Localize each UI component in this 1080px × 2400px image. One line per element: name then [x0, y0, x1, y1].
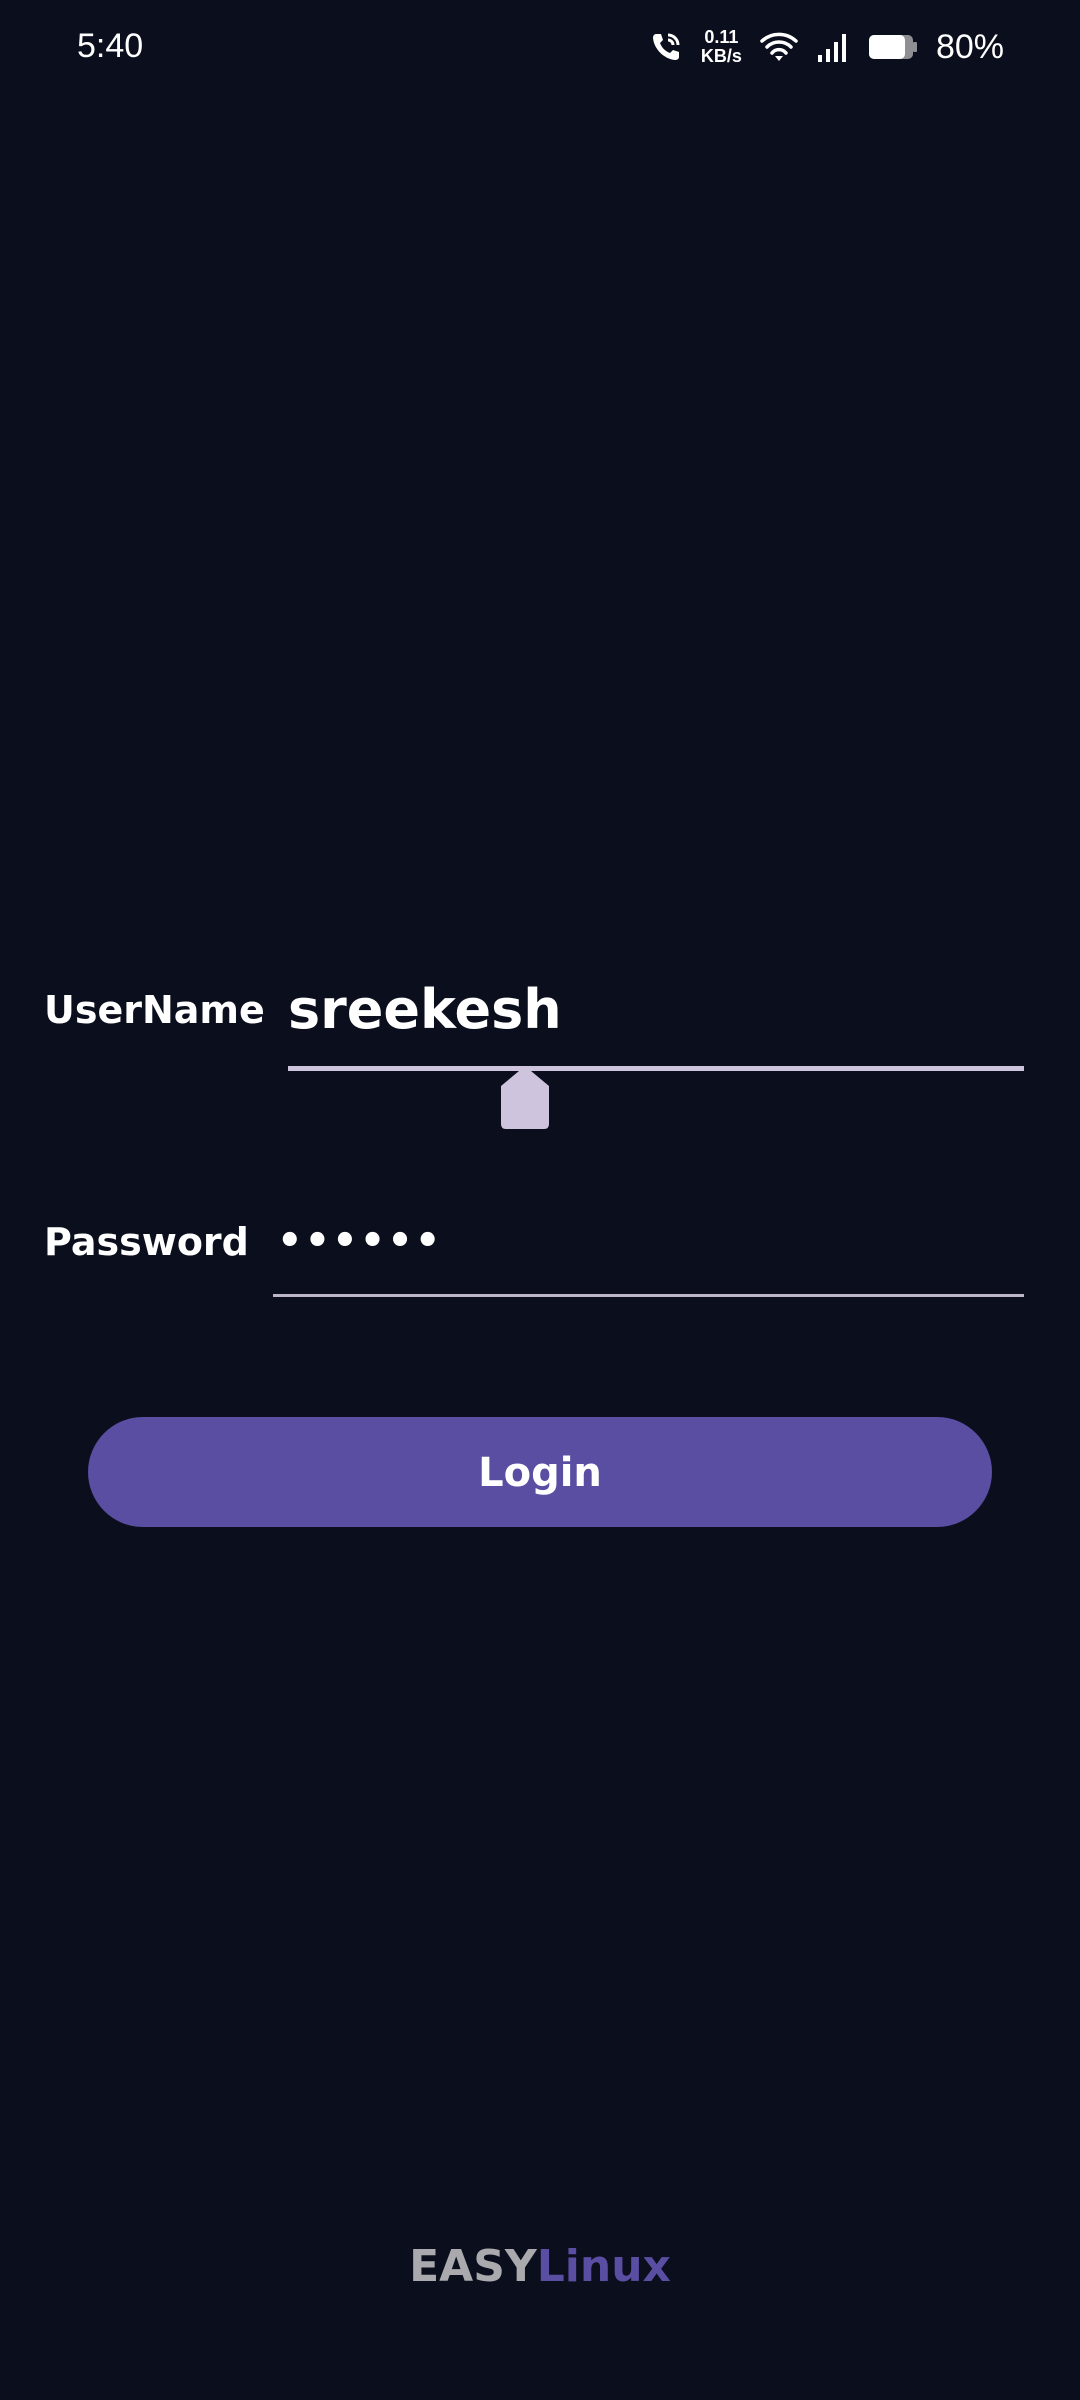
- network-speed: 0.11 KB/s: [701, 28, 742, 66]
- status-icons: 0.11 KB/s 80%: [649, 24, 1004, 70]
- wifi-calling-icon: [649, 30, 683, 64]
- logo-easy-text: EASY: [409, 2241, 537, 2292]
- status-bar: 5:40 0.11 KB/s 80%: [0, 0, 1080, 96]
- username-value: sreekesh: [288, 978, 562, 1041]
- login-button[interactable]: Login: [88, 1417, 992, 1527]
- network-speed-unit: KB/s: [700, 46, 742, 66]
- username-label: UserName: [44, 988, 265, 1032]
- app-logo: EASYLinux: [0, 2240, 1080, 2294]
- battery-icon: [868, 33, 918, 61]
- status-time: 5:40: [77, 27, 144, 65]
- password-value: ••••••: [277, 1218, 443, 1264]
- password-field[interactable]: ••••••: [273, 1200, 1024, 1297]
- wifi-icon: [760, 31, 798, 63]
- logo-linux-text: Linux: [536, 2241, 671, 2292]
- password-label: Password: [44, 1220, 249, 1264]
- signal-icon: [816, 31, 850, 63]
- battery-percent: 80%: [935, 28, 1004, 66]
- text-cursor-handle[interactable]: [500, 1064, 550, 1130]
- network-speed-value: 0.11: [704, 27, 739, 47]
- username-field[interactable]: sreekesh: [288, 968, 1024, 1071]
